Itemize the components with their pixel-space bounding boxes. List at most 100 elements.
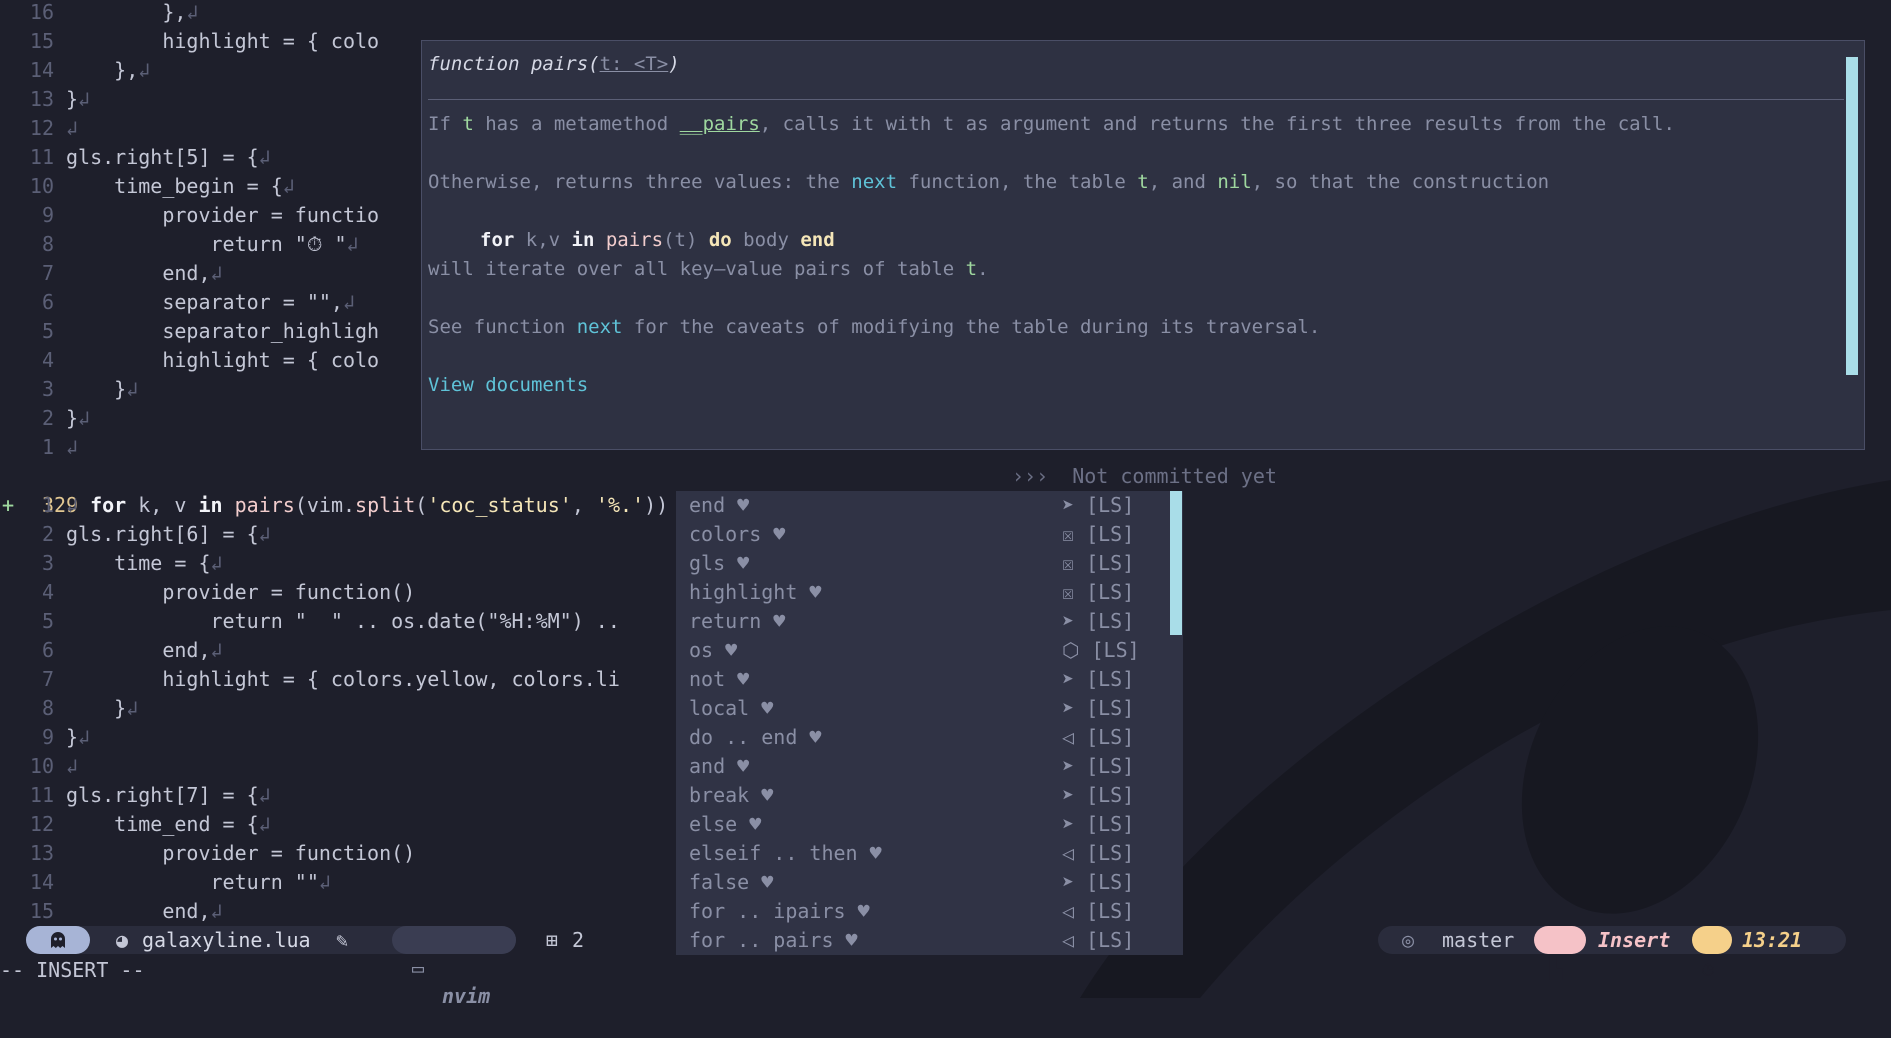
code-line[interactable]: 11 gls.right[5] = {↲ [0,143,271,172]
completion-item[interactable]: false ♥ [689,868,773,897]
current-code-line[interactable]: +329 for k, v in pairs(vim.split('coc_sta… [0,462,945,517]
line-number: 9 [41,203,54,227]
line-number: 14 [29,870,54,894]
book-icon: ▙ [1550,956,1563,980]
line-number: 1 [41,435,54,459]
code-line[interactable]: 10 ↲ [0,752,78,781]
completion-source: [LS] [1074,696,1135,720]
line-text: } [66,725,79,749]
completion-item[interactable]: local ♥ [689,694,773,723]
line-number: 4 [41,580,54,604]
code-line[interactable]: 6 end,↲ [0,636,223,665]
line-text: provider = function() [66,580,416,604]
eol-marker: ↲ [126,696,139,720]
heart-pulse-icon: ♥ [725,754,750,778]
completion-label: not [689,667,726,691]
code-line[interactable]: 2}↲ [0,404,90,433]
code-line[interactable]: 4 provider = function() [0,578,415,607]
code-line[interactable]: 8 }↲ [0,694,138,723]
code-line[interactable]: 14 return ""↲ [0,868,331,897]
code-line[interactable]: 4 highlight = { colo [0,346,379,375]
filename[interactable]: galaxyline.lua [142,926,311,954]
code-line[interactable]: 3 }↲ [0,375,138,404]
git-branch[interactable]: master [1442,926,1514,954]
completion-item[interactable]: and ♥ [689,752,749,781]
code-line[interactable]: 7 end,↲ [0,259,223,288]
code-line[interactable]: 7 highlight = { colors.yellow, colors.li [0,665,620,694]
line-text: }, [66,0,187,24]
line-number: 13 [29,841,54,865]
completion-item[interactable]: not ♥ [689,665,749,694]
hover-documentation-popup[interactable]: function pairs(t: <T>) If t has a metame… [421,40,1865,450]
completion-item[interactable]: break ♥ [689,781,773,810]
pencil-icon: ✎ [336,928,349,952]
line-text: separator = "", [66,290,343,314]
keyword-icon: ➤ [1062,754,1075,778]
completion-kind: ◁ [LS] [1062,723,1134,752]
code-line[interactable]: 5 return " " .. os.date("%H:%M") .. [0,607,620,636]
completion-kind: ➤ [LS] [1062,810,1134,839]
hover-scrollbar[interactable] [1846,57,1858,375]
completion-kind: ➤ [LS] [1062,607,1134,636]
completion-menu[interactable]: end ♥ ➤ [LS] colors ♥ ☒ [LS] gls ♥ ☒ [LS] high… [676,491,1183,955]
line-number: 10 [29,174,54,198]
completion-item[interactable]: end ♥ [689,491,749,520]
completion-source: [LS] [1074,522,1135,546]
code-line[interactable]: 12 ↲ [0,114,78,143]
completion-item[interactable]: else ♥ [689,810,761,839]
eol-marker: ↲ [346,232,359,256]
completion-label: local [689,696,750,720]
code-line[interactable]: 3 time = {↲ [0,549,223,578]
snippet-icon: ◁ [1062,725,1075,749]
line-text: return "" [66,870,319,894]
heart-pulse-icon: ♥ [725,493,750,517]
code-line[interactable]: 15 end,↲ [0,897,223,926]
code-line[interactable]: 9}↲ [0,723,90,752]
completion-scrollbar[interactable] [1170,491,1182,635]
doc-paragraph-2: Otherwise, returns three values: the nex… [428,171,1550,193]
statusline: ◕ galaxyline.lua ✎ ▭ nvim ⊞ 2 ◎ master ▙… [0,925,1891,1008]
completion-item[interactable]: os ♥ [689,636,737,665]
code-line[interactable]: 12 time_end = {↲ [0,810,271,839]
eol-marker: ↲ [258,145,271,169]
completion-item[interactable]: do .. end ♥ [689,723,821,752]
background-logo [1080,480,1891,998]
code-line[interactable]: 5 separator_highligh [0,317,379,346]
line-number: 14 [29,58,54,82]
code-line[interactable]: 6 separator = "",↲ [0,288,355,317]
code-line[interactable]: 14 },↲ [0,56,150,85]
code-line[interactable]: 8 return "⏱ "↲ [0,230,359,259]
completion-item[interactable]: return ♥ [689,607,785,636]
code-line[interactable]: +1 ↲ [0,491,78,520]
line-text: highlight = { colo [66,29,380,53]
eol-marker: ↲ [138,58,151,82]
code-line[interactable]: 2 gls.right[6] = {↲ [0,520,271,549]
completion-kind: ➤ [LS] [1062,694,1134,723]
code-line[interactable]: 1 ↲ [0,433,78,462]
completion-item[interactable]: elseif .. then ♥ [689,839,882,868]
completion-label: highlight [689,580,798,604]
code-line[interactable]: 13}↲ [0,85,90,114]
completion-source: [LS] [1074,667,1135,691]
doc-paragraph-1: If t has a metamethod __pairs, calls it … [428,113,1675,135]
keyword-icon: ➤ [1062,493,1075,517]
completion-item[interactable]: colors ♥ [689,520,785,549]
code-line[interactable]: 16 },↲ [0,0,199,27]
code-line[interactable]: 15 highlight = { colo [0,27,379,56]
git-blame-virtual-text: ››› Not committed yet [1012,464,1277,488]
eol-marker: ↲ [66,435,79,459]
completion-source: [LS] [1074,609,1135,633]
completion-item[interactable]: gls ♥ [689,549,749,578]
completion-label: for .. ipairs [689,899,846,923]
view-documents-link[interactable]: View documents [428,374,588,396]
completion-item[interactable]: highlight ♥ [689,578,821,607]
completion-label: false [689,870,750,894]
code-line[interactable]: 10 time_begin = {↲ [0,172,295,201]
code-line[interactable]: 13 provider = function() [0,839,415,868]
doc-paragraph-3: will iterate over all key–value pairs of… [428,258,989,280]
completion-item[interactable]: for .. ipairs ♥ [689,897,870,926]
code-line[interactable]: 9 provider = functio [0,201,379,230]
line-text: time = { [66,551,211,575]
code-line[interactable]: 11 gls.right[7] = {↲ [0,781,271,810]
completion-label: do .. end [689,725,798,749]
